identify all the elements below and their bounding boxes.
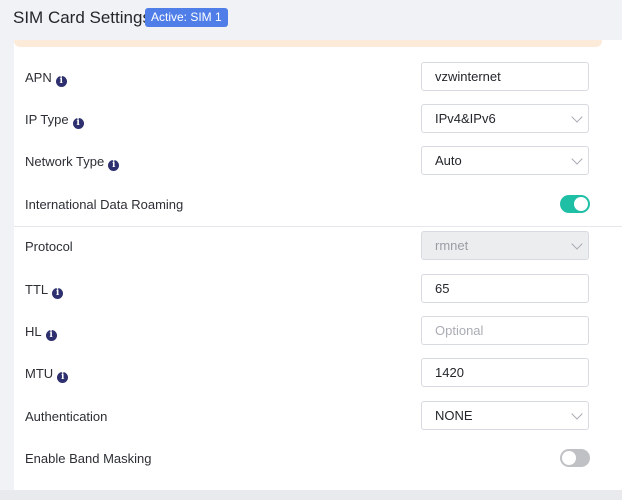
info-icon[interactable]: i [52, 288, 64, 299]
ip-type-label: IP Type [25, 112, 69, 127]
ttl-input[interactable]: 65 [421, 274, 589, 303]
band-masking-toggle[interactable] [560, 449, 590, 467]
info-icon[interactable]: i [57, 372, 69, 383]
notice-bar [14, 40, 602, 47]
network-type-select[interactable]: Auto [421, 146, 589, 175]
chevron-down-icon [571, 111, 583, 123]
info-icon[interactable]: i [72, 118, 84, 129]
ip-type-select[interactable]: IPv4&IPv6 [421, 104, 589, 133]
apn-input[interactable]: vzwinternet [421, 62, 589, 91]
protocol-label: Protocol [25, 239, 73, 254]
chevron-down-icon [571, 408, 583, 420]
mtu-input[interactable]: 1420 [421, 358, 589, 387]
info-icon[interactable]: i [45, 330, 57, 341]
authentication-value: NONE [435, 408, 473, 423]
hl-input[interactable]: Optional [421, 316, 589, 345]
toggle-knob [562, 451, 576, 465]
hl-label: HL [25, 324, 42, 339]
bottom-bar [0, 490, 622, 500]
apn-value: vzwinternet [435, 69, 501, 84]
settings-card: APN i vzwinternet IP Type i IPv4&IPv6 Netw… [14, 40, 622, 490]
hl-placeholder: Optional [435, 323, 484, 338]
network-type-value: Auto [435, 153, 462, 168]
mtu-label: MTU [25, 366, 54, 381]
roaming-toggle[interactable] [560, 195, 590, 213]
page-header: SIM Card Settings Active: SIM 1 [0, 0, 622, 40]
active-sim-badge: Active: SIM 1 [145, 8, 228, 27]
chevron-down-icon [571, 153, 583, 165]
authentication-select[interactable]: NONE [421, 401, 589, 430]
band-masking-label: Enable Band Masking [25, 451, 152, 466]
chevron-down-icon [571, 238, 583, 250]
apn-row: APN i vzwinternet [14, 58, 622, 98]
roaming-label: International Data Roaming [25, 197, 184, 212]
toggle-knob [574, 197, 588, 211]
roaming-row: International Data Roaming [14, 185, 622, 225]
apn-label: APN [25, 70, 52, 85]
info-icon[interactable]: i [108, 160, 120, 171]
authentication-label: Authentication [25, 409, 108, 424]
ttl-row: TTL i 65 [14, 270, 622, 310]
protocol-row: Protocol rmnet [14, 227, 622, 267]
protocol-select: rmnet [421, 231, 589, 260]
network-type-row: Network Type i Auto [14, 142, 622, 182]
authentication-row: Authentication NONE [14, 397, 622, 437]
band-masking-row: Enable Band Masking [14, 439, 622, 479]
ip-type-value: IPv4&IPv6 [435, 111, 496, 126]
protocol-value: rmnet [435, 238, 469, 253]
page-title: SIM Card Settings [13, 8, 151, 27]
info-icon[interactable]: i [55, 76, 67, 87]
network-type-label: Network Type [25, 154, 105, 169]
mtu-row: MTU i 1420 [14, 354, 622, 394]
mtu-value: 1420 [435, 365, 464, 380]
ip-type-row: IP Type i IPv4&IPv6 [14, 100, 622, 140]
ttl-value: 65 [435, 281, 450, 296]
ttl-label: TTL [25, 282, 49, 297]
hl-row: HL i Optional [14, 312, 622, 352]
